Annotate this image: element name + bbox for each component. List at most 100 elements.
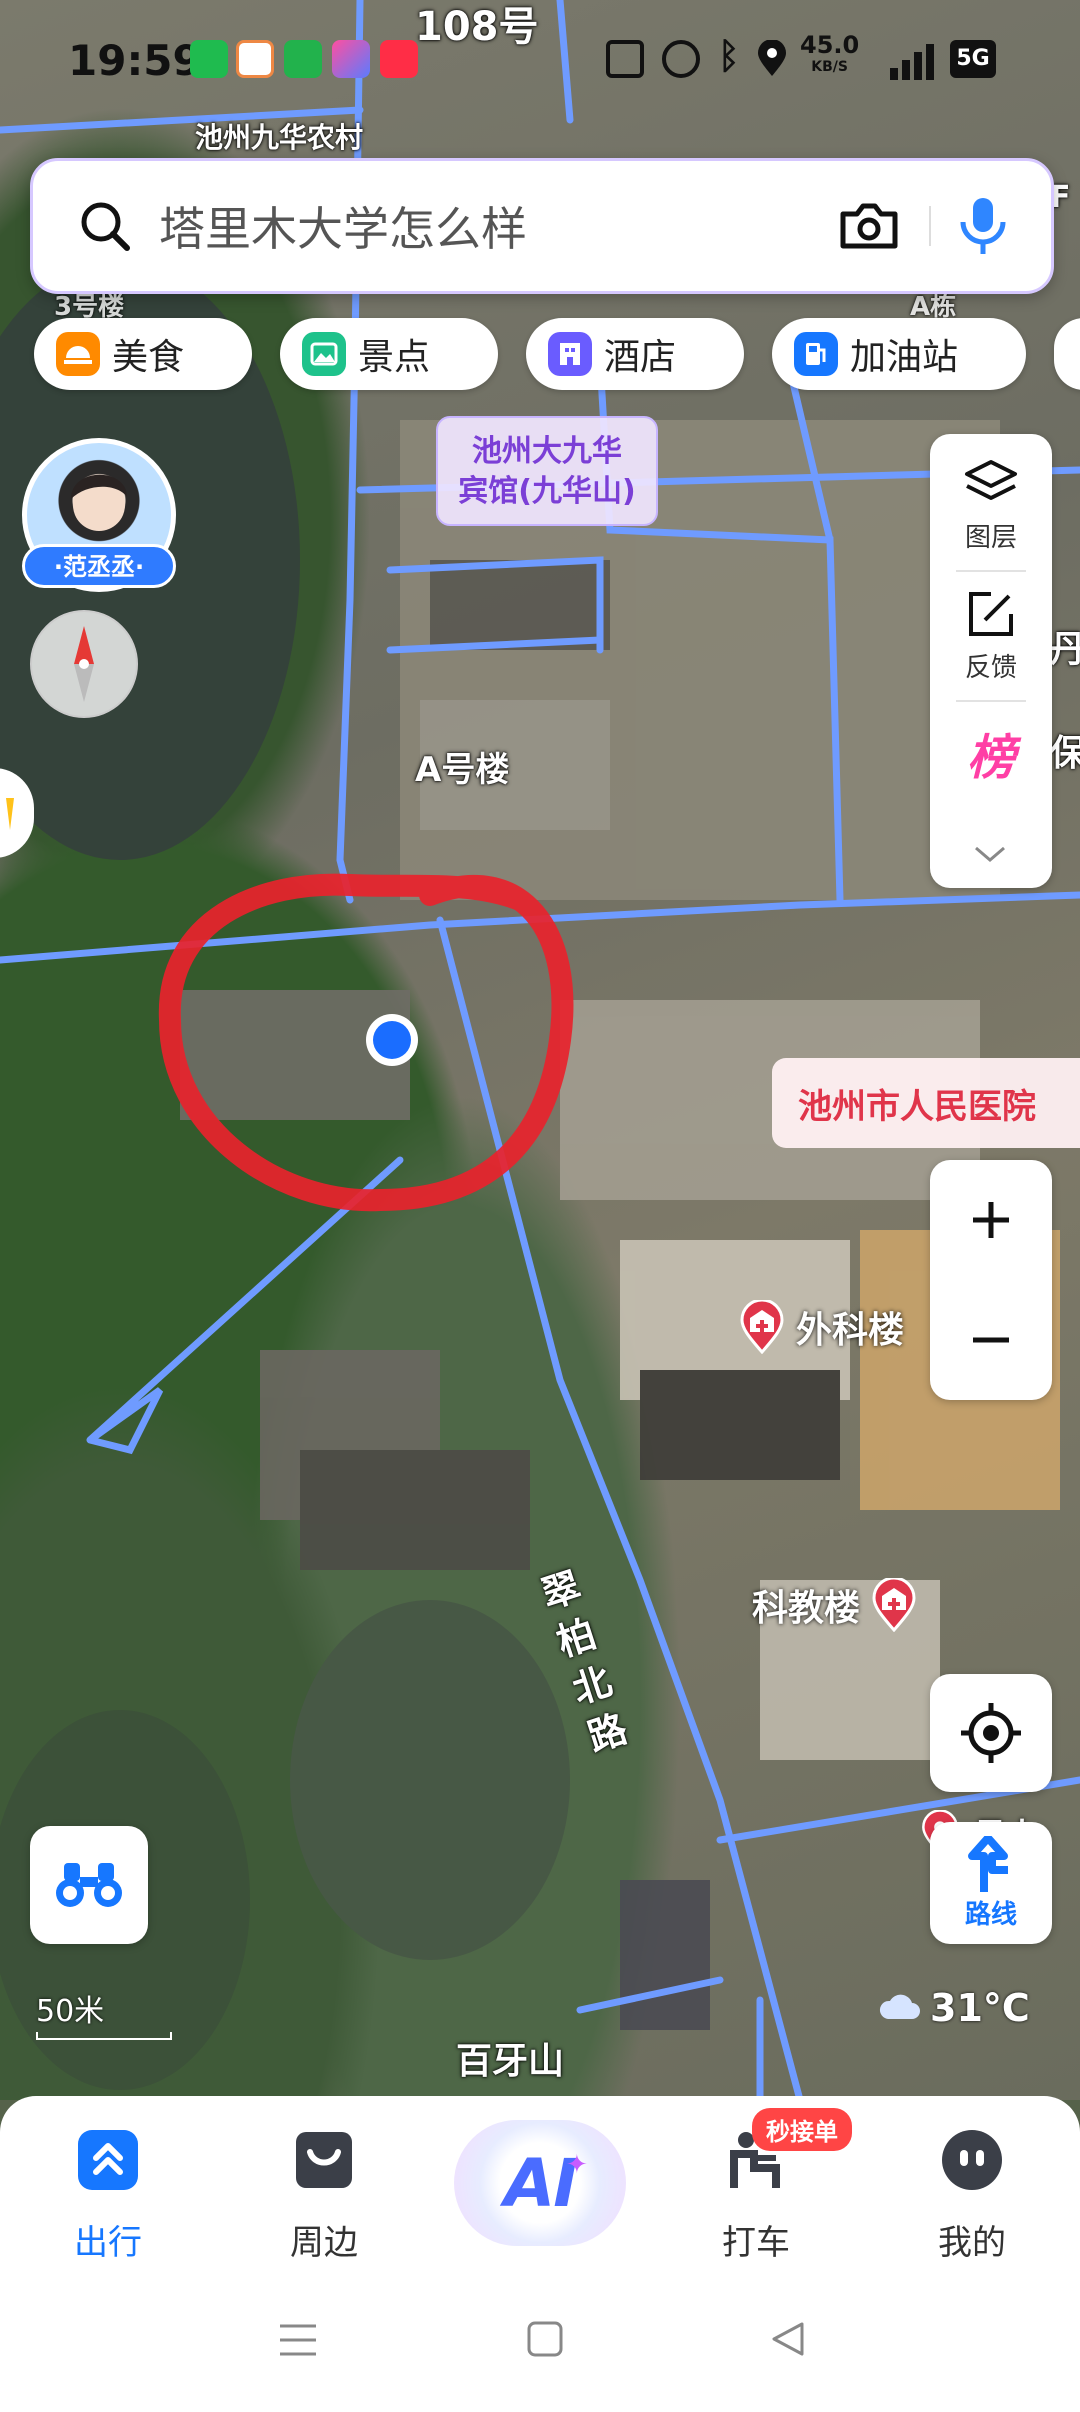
weather[interactable]: 31°C <box>878 1986 1030 2030</box>
nfc-icon <box>606 40 644 78</box>
map-label-edge-1: 丹 <box>1050 629 1080 670</box>
poi-label: 外科楼 <box>796 1310 905 1351</box>
system-back-icon[interactable] <box>768 2320 806 2362</box>
system-home-icon[interactable] <box>526 2320 564 2362</box>
app-icon <box>332 40 370 78</box>
app-icon <box>236 40 274 78</box>
location-icon <box>756 39 788 78</box>
plus-icon <box>973 1202 1009 1238</box>
map-scale: 50米 <box>36 1986 172 2040</box>
ranking-button[interactable]: 榜 <box>930 718 1052 788</box>
microphone-icon[interactable] <box>955 194 1011 258</box>
gas-station-icon <box>794 332 838 376</box>
route-label: 路线 <box>964 1899 1017 1930</box>
chip-label: 加油站 <box>850 337 959 378</box>
map-label-edge-2: 保 <box>1050 733 1080 774</box>
nav-label: 出行 <box>74 2223 142 2263</box>
bottom-navigation: 出行 周边 AI ✦ 打车 秒接单 我的 <box>0 2096 1080 2412</box>
bluetooth-icon: ᛒ <box>718 36 740 77</box>
hotel-label[interactable]: 池州大九华 宾馆(九华山) <box>436 416 658 526</box>
search-input[interactable]: 塔里木大学怎么样 <box>159 193 837 259</box>
map-tools-panel: 图层 反馈 榜 <box>930 434 1052 888</box>
travel-icon <box>76 2128 140 2201</box>
wechat-icon <box>190 40 228 78</box>
hotel-icon <box>548 332 592 376</box>
scenic-icon <box>302 332 346 376</box>
zoom-in-button[interactable] <box>930 1160 1052 1280</box>
alarm-icon <box>662 40 700 78</box>
network-speed-value: 45.0 <box>800 31 860 59</box>
system-menu-icon[interactable] <box>278 2322 318 2362</box>
network-speed-unit: KB/S <box>811 59 848 75</box>
profile-icon <box>940 2128 1004 2201</box>
chip-food[interactable]: 美食 <box>34 318 252 390</box>
nav-travel[interactable]: 出行 <box>38 2128 178 2264</box>
crosshair-icon <box>961 1703 1021 1763</box>
chip-scenic[interactable]: 景点 <box>280 318 498 390</box>
search-icon <box>77 198 133 254</box>
map-label-building-a: A号楼 <box>415 750 510 790</box>
zoom-controls <box>930 1160 1052 1400</box>
nav-label: 打车 <box>722 2223 790 2263</box>
minus-icon <box>973 1337 1009 1343</box>
route-button[interactable]: 路线 <box>930 1822 1052 1944</box>
binoculars-icon <box>56 1863 122 1907</box>
taxi-badge: 秒接单 <box>752 2108 852 2151</box>
compass-icon <box>74 626 94 702</box>
battery-icon: 5G <box>950 40 996 78</box>
layers-icon <box>963 458 1019 517</box>
layers-label: 图层 <box>964 523 1017 553</box>
chevron-down-icon[interactable] <box>972 842 1008 870</box>
feedback-icon <box>965 588 1017 647</box>
chip-label: 酒店 <box>604 337 677 378</box>
satellite-map[interactable]: 池州九华农村 108号 3号楼 A号楼 A栋 F 丹 保 翠柏北路 百牙山 池州… <box>0 0 1080 2100</box>
panel-divider <box>956 700 1026 702</box>
shield-icon <box>284 40 322 78</box>
status-bar: 19:59 ᛒ 45.0 KB/S 5G <box>0 0 1080 120</box>
screen: { "status_bar": { "time": "19:59", "netw… <box>0 0 1080 2412</box>
ranking-icon: 榜 <box>966 730 1015 786</box>
chip-label: 景点 <box>358 337 431 378</box>
feedback-button[interactable]: 反馈 <box>930 588 1052 684</box>
food-icon <box>56 332 100 376</box>
poi-surgery-building[interactable]: 外科楼 <box>738 1300 904 1354</box>
layers-button[interactable]: 图层 <box>930 458 1052 554</box>
hospital-label-text: 池州市人民医院 <box>798 1086 1036 1127</box>
route-arrow-icon <box>968 1835 1008 1892</box>
chip-gas-station[interactable]: 加油站 <box>772 318 1026 390</box>
nearby-icon <box>292 2128 356 2201</box>
scale-bar <box>36 2032 172 2040</box>
explore-button[interactable] <box>30 1826 148 1944</box>
camera-icon[interactable] <box>837 198 901 254</box>
nav-nearby[interactable]: 周边 <box>254 2128 394 2264</box>
heart-app-icon <box>380 40 418 78</box>
network-speed: 45.0 KB/S <box>800 31 860 78</box>
lightbulb-icon[interactable] <box>0 768 34 858</box>
panel-divider <box>956 570 1026 572</box>
feedback-label: 反馈 <box>964 653 1017 683</box>
search-bar[interactable]: 塔里木大学怎么样 <box>30 158 1054 294</box>
poi-education-building[interactable]: 科教楼 <box>752 1578 918 1632</box>
hotel-label-line2: 宾馆(九华山) <box>458 474 636 509</box>
weather-temp: 31°C <box>930 1986 1030 2030</box>
sparkle-icon: ✦ <box>566 2150 588 2180</box>
scale-label: 50米 <box>36 1994 105 2029</box>
hospital-pin-icon <box>870 1578 918 1632</box>
divider <box>929 206 931 246</box>
nav-ai[interactable]: AI ✦ <box>454 2120 626 2246</box>
signal-icon <box>870 40 940 80</box>
nav-profile[interactable]: 我的 <box>902 2128 1042 2264</box>
poi-label: 科教楼 <box>752 1588 861 1629</box>
chip-label: 美食 <box>112 337 185 378</box>
map-label-village: 池州九华农村 <box>195 121 364 154</box>
compass-button[interactable] <box>30 610 138 718</box>
status-time: 19:59 <box>68 36 202 85</box>
map-label-mountain: 百牙山 <box>456 2041 565 2082</box>
locate-button[interactable] <box>930 1674 1052 1792</box>
avatar-name-tag: ·范丞丞· <box>22 544 176 588</box>
hotel-label-line1: 池州大九华 <box>472 434 622 469</box>
hospital-label[interactable]: 池州市人民医院 <box>772 1058 1080 1148</box>
zoom-out-button[interactable] <box>930 1280 1052 1400</box>
hospital-pin-icon <box>738 1300 786 1354</box>
chip-hotel[interactable]: 酒店 <box>526 318 744 390</box>
